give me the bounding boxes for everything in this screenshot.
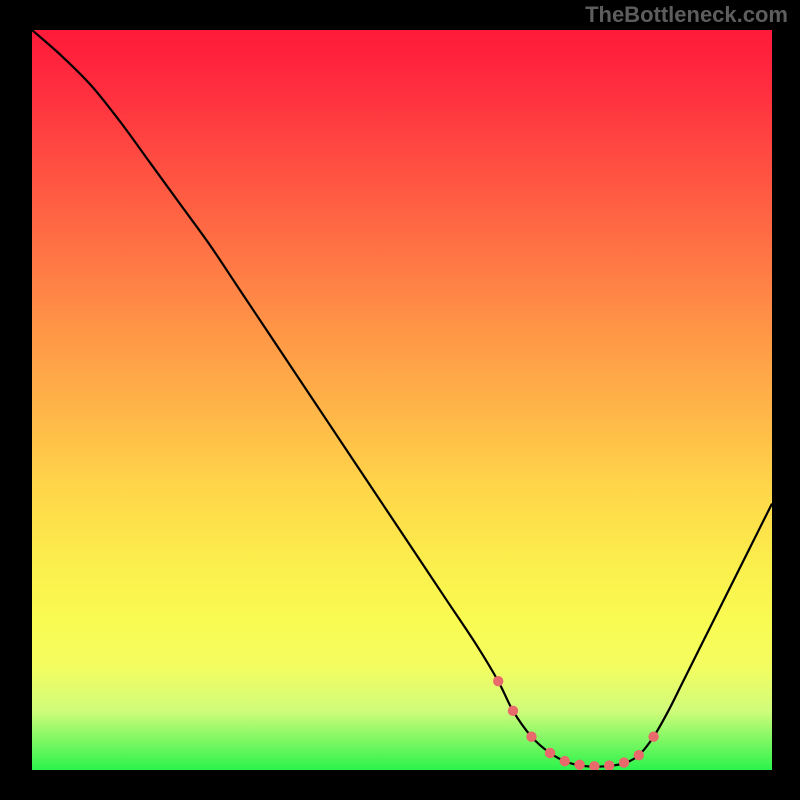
watermark-text: TheBottleneck.com [585, 2, 788, 28]
highlight-marker [634, 750, 644, 760]
chart-svg [32, 30, 772, 770]
highlight-marker [574, 760, 584, 770]
highlight-marker [545, 748, 555, 758]
highlight-marker [589, 761, 599, 770]
highlight-marker [526, 732, 536, 742]
highlight-marker [560, 756, 570, 766]
highlight-marker [508, 706, 518, 716]
highlight-marker [648, 732, 658, 742]
highlight-markers [493, 676, 659, 770]
highlight-marker [604, 760, 614, 770]
bottleneck-curve [32, 30, 772, 767]
highlight-marker [493, 676, 503, 686]
plot-gradient-background [32, 30, 772, 770]
highlight-marker [619, 757, 629, 767]
